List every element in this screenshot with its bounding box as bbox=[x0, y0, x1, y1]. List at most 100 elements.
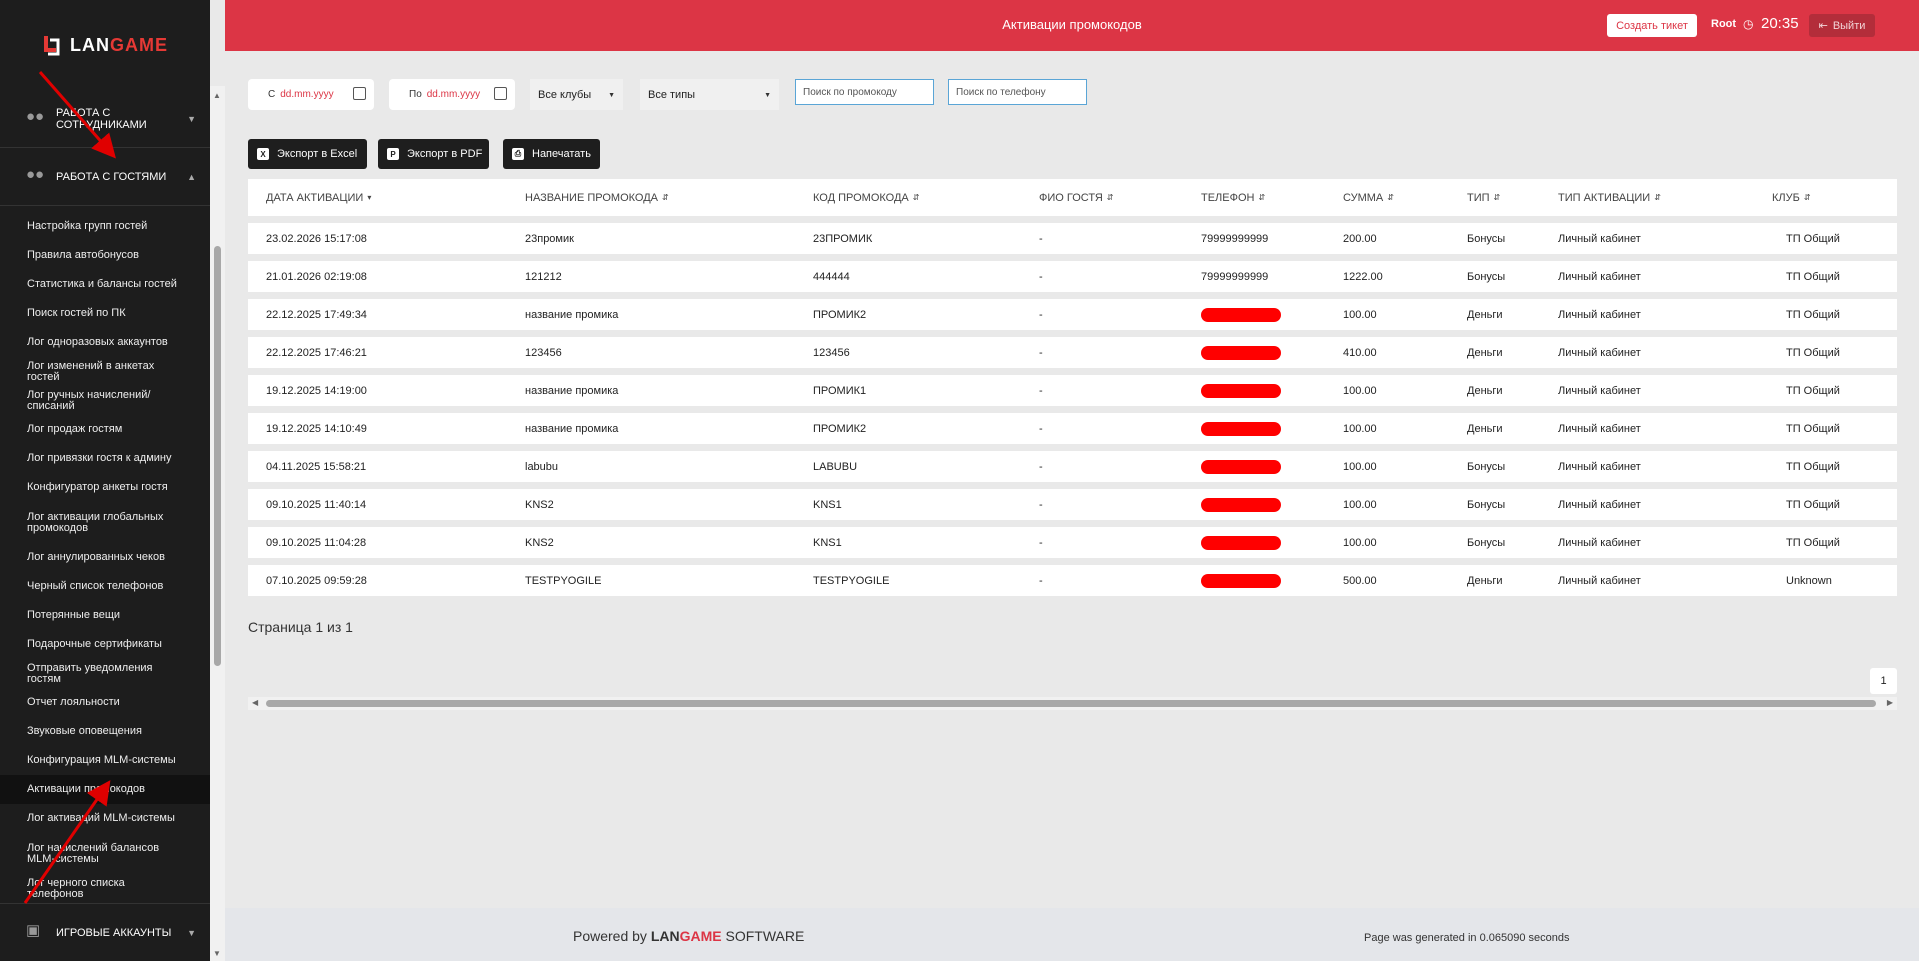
date-from-field[interactable]: С dd.mm.yyyy bbox=[248, 79, 374, 110]
sidebar-item[interactable]: Лог изменений в анкетах гостей bbox=[0, 357, 210, 386]
sidebar-item[interactable]: Лог ручных начислений/списаний bbox=[0, 386, 210, 415]
column-header[interactable]: ТИП АКТИВАЦИИ ⇵ bbox=[1558, 179, 1661, 216]
table-cell: 100.00 bbox=[1343, 422, 1377, 435]
sidebar-item[interactable]: Звуковые оповещения bbox=[0, 717, 210, 746]
table-cell: 500.00 bbox=[1343, 574, 1377, 587]
sidebar-item[interactable]: Поиск гостей по ПК bbox=[0, 299, 210, 328]
column-header-label: НАЗВАНИЕ ПРОМОКОДА bbox=[525, 191, 659, 204]
sort-icon[interactable]: ⇵ bbox=[662, 193, 669, 202]
phone-search-input[interactable]: Поиск по телефону bbox=[948, 79, 1087, 105]
column-header[interactable]: ДАТА АКТИВАЦИИ ▾ bbox=[266, 179, 371, 216]
sidebar-item[interactable]: Конфигуратор анкеты гостя bbox=[0, 473, 210, 502]
sidebar-item[interactable]: Отчет лояльности bbox=[0, 688, 210, 717]
scroll-up-icon[interactable]: ▲ bbox=[213, 91, 221, 100]
promo-search-input[interactable]: Поиск по промокоду bbox=[795, 79, 934, 105]
table-cell: LABUBU bbox=[813, 460, 858, 473]
column-header[interactable]: КЛУБ ⇵ bbox=[1772, 179, 1811, 216]
export-excel-button[interactable]: X Экспорт в Excel bbox=[248, 139, 367, 169]
table-cell: ТП Общий bbox=[1786, 460, 1840, 473]
table-cell: Деньги bbox=[1467, 384, 1503, 397]
sort-icon[interactable]: ⇵ bbox=[913, 193, 920, 202]
scroll-left-icon[interactable]: ◀ bbox=[252, 698, 258, 707]
table-row[interactable]: 22.12.2025 17:46:21 123456 123456 - 410.00 Де… bbox=[248, 337, 1897, 368]
table-row[interactable]: 21.01.2026 02:19:08 121212 444444 - 79999999… bbox=[248, 261, 1897, 292]
table-cell: - bbox=[1039, 308, 1043, 321]
table-row[interactable]: 19.12.2025 14:19:00 название промика ПРОМИ… bbox=[248, 375, 1897, 406]
sidebar-item[interactable]: Черный список телефонов bbox=[0, 572, 210, 601]
sort-icon[interactable]: ⇵ bbox=[1804, 193, 1811, 202]
logout-button[interactable]: ⇤ Выйти bbox=[1809, 14, 1875, 37]
calendar-icon[interactable] bbox=[353, 87, 366, 100]
page-button[interactable]: 1 bbox=[1870, 668, 1897, 694]
column-header-label: СУММА bbox=[1343, 191, 1384, 204]
table-row[interactable]: 22.12.2025 17:49:34 название промика ПРОМИ… bbox=[248, 299, 1897, 330]
date-to-field[interactable]: По dd.mm.yyyy bbox=[389, 79, 515, 110]
export-pdf-button[interactable]: P Экспорт в PDF bbox=[378, 139, 489, 169]
sidebar-item[interactable]: Лог черного списка телефонов bbox=[0, 874, 210, 903]
sidebar-item[interactable]: Лог одноразовых аккаунтов bbox=[0, 328, 210, 357]
column-header[interactable]: ТИП ⇵ bbox=[1467, 179, 1500, 216]
scrollbar-thumb[interactable] bbox=[214, 246, 221, 666]
table-cell: 23.02.2026 15:17:08 bbox=[266, 232, 367, 245]
sidebar-item[interactable]: Конфигурация MLM-системы bbox=[0, 746, 210, 775]
table-row[interactable]: 04.11.2025 15:58:21 labubu LABUBU - 100.00 Бо… bbox=[248, 451, 1897, 482]
sidebar-item[interactable]: Статистика и балансы гостей bbox=[0, 270, 210, 299]
table-row[interactable]: 07.10.2025 09:59:28 TESTPYOGILE TESTPYOGIL… bbox=[248, 565, 1897, 596]
table-cell: 09.10.2025 11:40:14 bbox=[266, 498, 367, 511]
table-cell bbox=[1201, 489, 1281, 520]
table-row[interactable]: 09.10.2025 11:04:28 KNS2 KNS1 - 100.00 Бонусы… bbox=[248, 527, 1897, 558]
activations-table: ДАТА АКТИВАЦИИ ▾ НАЗВАНИЕ ПРОМОКОДА ⇵ КОД ПР… bbox=[248, 179, 1897, 596]
clubs-select[interactable]: Все клубы ▼ bbox=[530, 79, 623, 110]
create-ticket-button[interactable]: Создать тикет bbox=[1607, 14, 1697, 37]
sidebar-item[interactable]: Активации промокодов bbox=[0, 775, 210, 804]
table-row[interactable]: 23.02.2026 15:17:08 23промик 23ПРОМИК - 7999… bbox=[248, 223, 1897, 254]
sidebar-item[interactable]: Отправить уведомления гостям bbox=[0, 659, 210, 688]
chevron-down-icon: ▼ bbox=[608, 92, 615, 99]
sidebar-item[interactable]: Лог привязки гостя к админу bbox=[0, 444, 210, 473]
sidebar-item[interactable]: Подарочные сертификаты bbox=[0, 630, 210, 659]
sidebar-item[interactable]: Правила автобонусов bbox=[0, 241, 210, 270]
sidebar-item[interactable]: Лог продаж гостям bbox=[0, 415, 210, 444]
chevron-up-icon: ▲ bbox=[187, 171, 196, 182]
brand-logo[interactable]: LANGAME bbox=[0, 0, 210, 90]
sidebar-section-guests[interactable]: ●● РАБОТА С ГОСТЯМИ ▲ bbox=[0, 148, 210, 206]
sidebar-item[interactable]: Лог активации глобальных промокодов bbox=[0, 502, 210, 543]
column-header[interactable]: СУММА ⇵ bbox=[1343, 179, 1394, 216]
table-cell: 123456 bbox=[813, 346, 850, 359]
table-horizontal-scrollbar[interactable]: ◀ ▶ bbox=[248, 697, 1897, 710]
column-header[interactable]: ТЕЛЕФОН ⇵ bbox=[1201, 179, 1265, 216]
sort-icon[interactable]: ⇵ bbox=[1654, 193, 1661, 202]
sort-icon[interactable]: ⇵ bbox=[1494, 193, 1501, 202]
sidebar-item[interactable]: Лог начислений балансов MLM-системы bbox=[0, 833, 210, 874]
column-header-label: КОД ПРОМОКОДА bbox=[813, 191, 909, 204]
table-cell: Личный кабинет bbox=[1558, 498, 1641, 511]
table-cell: - bbox=[1039, 270, 1043, 283]
sort-icon[interactable]: ⇵ bbox=[1387, 193, 1394, 202]
column-header[interactable]: ФИО ГОСТЯ ⇵ bbox=[1039, 179, 1113, 216]
types-select[interactable]: Все типы ▼ bbox=[640, 79, 779, 110]
sidebar-item[interactable]: Лог аннулированных чеков bbox=[0, 543, 210, 572]
column-header[interactable]: КОД ПРОМОКОДА ⇵ bbox=[813, 179, 919, 216]
table-body: 23.02.2026 15:17:08 23промик 23ПРОМИК - 7999… bbox=[248, 223, 1897, 596]
sidebar-section-staff[interactable]: ●● РАБОТА С СОТРУДНИКАМИ ▼ bbox=[0, 90, 210, 148]
scroll-right-icon[interactable]: ▶ bbox=[1887, 698, 1893, 707]
sidebar-section-accounts[interactable]: ▣ ИГРОВЫЕ АККАУНТЫ ▼ bbox=[0, 904, 210, 961]
sidebar-scrollbar[interactable]: ▲ ▼ bbox=[210, 86, 225, 961]
table-row[interactable]: 09.10.2025 11:40:14 KNS2 KNS1 - 100.00 Бонусы… bbox=[248, 489, 1897, 520]
sort-icon[interactable]: ▾ bbox=[367, 193, 371, 202]
column-header[interactable]: НАЗВАНИЕ ПРОМОКОДА ⇵ bbox=[525, 179, 669, 216]
user-name[interactable]: Root bbox=[1711, 18, 1736, 30]
table-cell: - bbox=[1039, 498, 1043, 511]
sidebar-item[interactable]: Настройка групп гостей bbox=[0, 212, 210, 241]
scroll-down-icon[interactable]: ▼ bbox=[213, 949, 221, 958]
scrollbar-thumb[interactable] bbox=[266, 700, 1876, 707]
print-button[interactable]: ⎙ Напечатать bbox=[503, 139, 600, 169]
sort-icon[interactable]: ⇵ bbox=[1107, 193, 1114, 202]
sort-icon[interactable]: ⇵ bbox=[1258, 193, 1265, 202]
table-row[interactable]: 19.12.2025 14:10:49 название промика ПРОМИ… bbox=[248, 413, 1897, 444]
sidebar-item[interactable]: Потерянные вещи bbox=[0, 601, 210, 630]
logo-text-b: GAME bbox=[110, 34, 168, 55]
sidebar-item[interactable]: Лог активаций MLM-системы bbox=[0, 804, 210, 833]
calendar-icon[interactable] bbox=[494, 87, 507, 100]
date-from-label: С bbox=[268, 89, 276, 100]
